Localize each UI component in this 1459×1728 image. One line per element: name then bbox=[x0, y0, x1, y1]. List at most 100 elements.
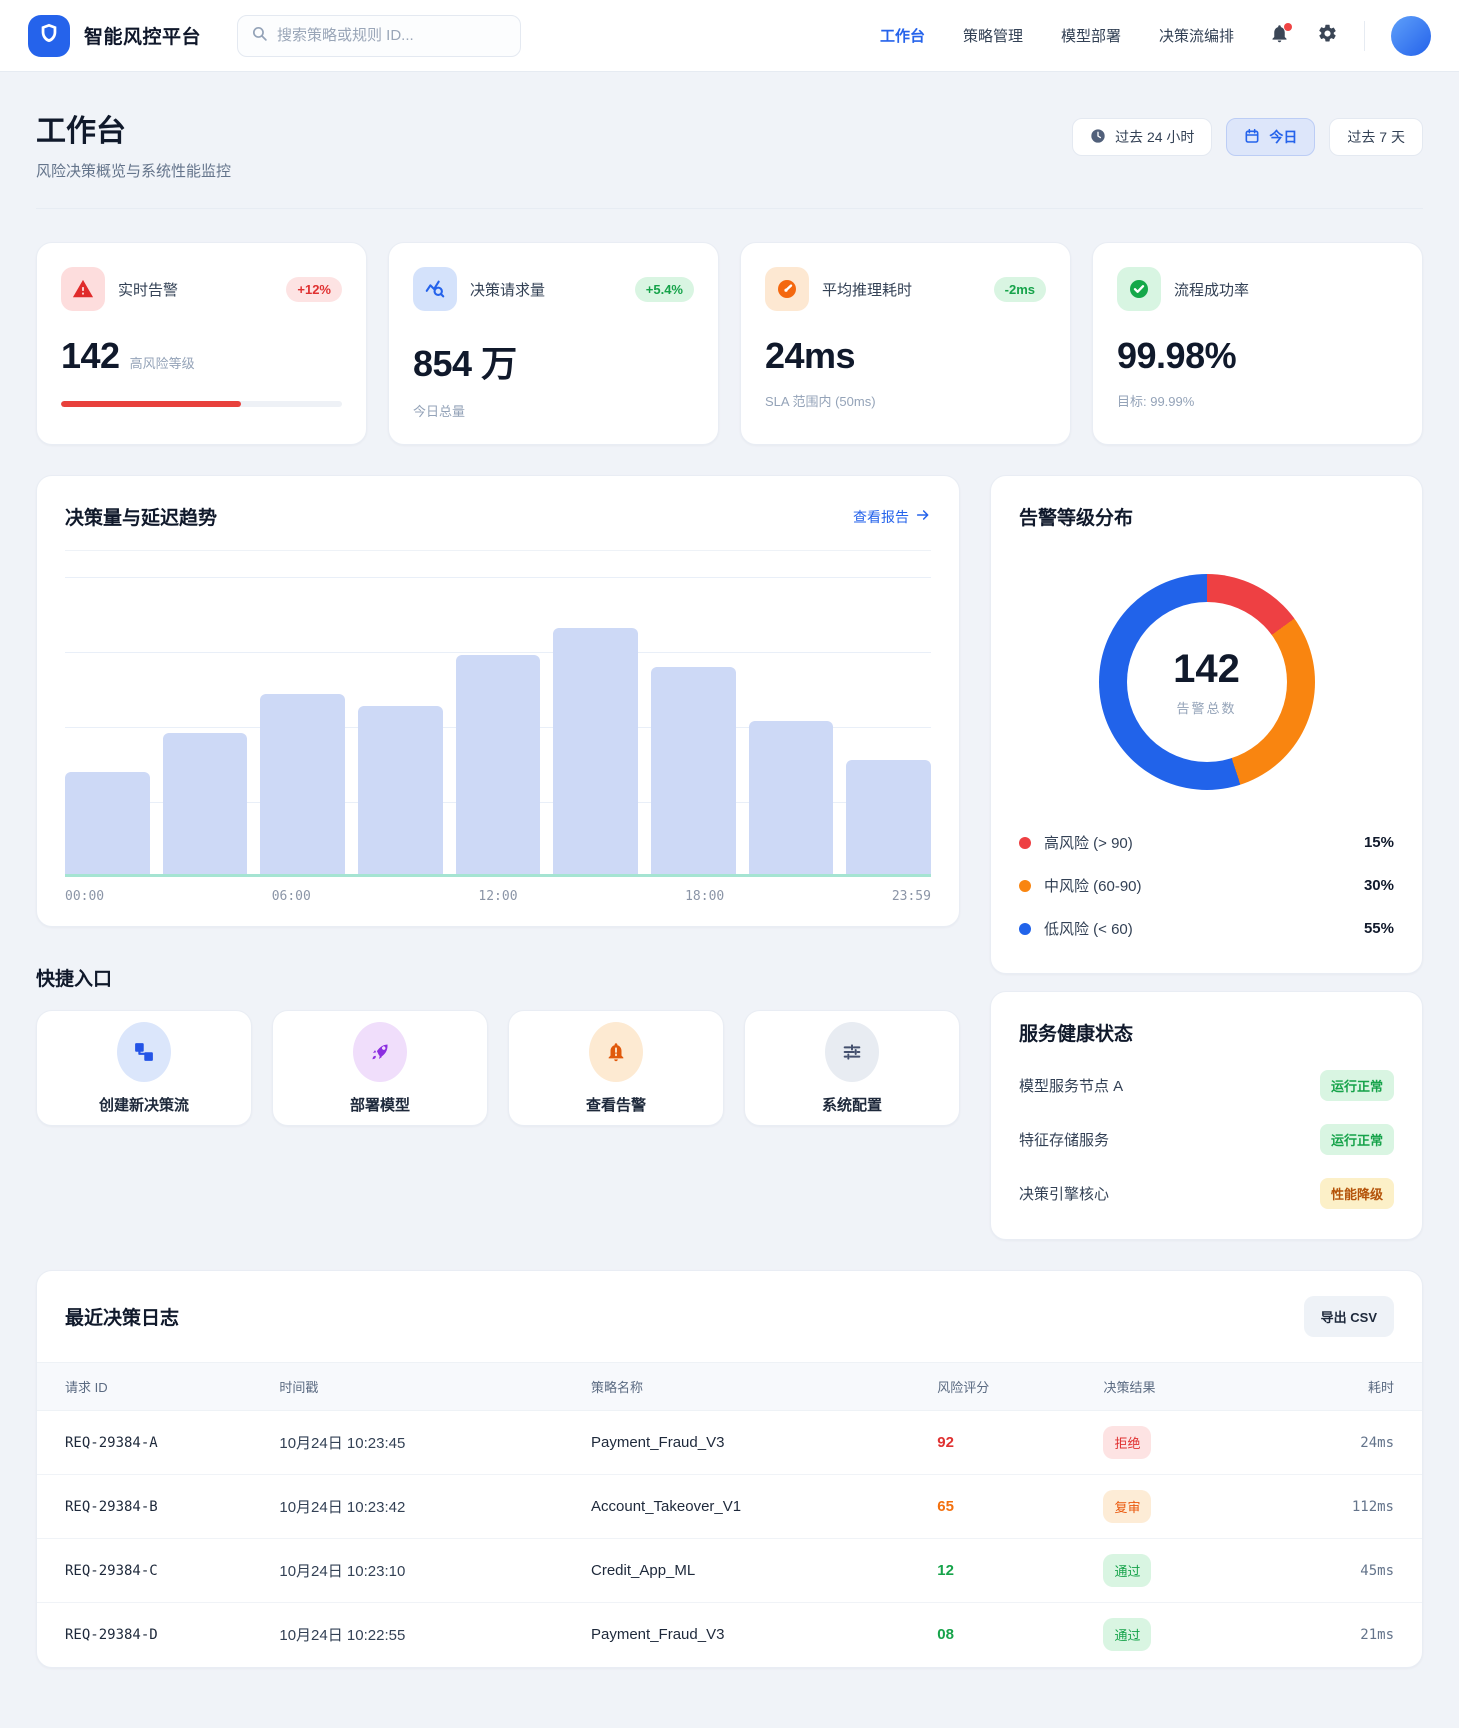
bar[interactable] bbox=[846, 760, 932, 877]
cell-timestamp: 10月24日 10:23:42 bbox=[279, 1474, 591, 1539]
decision-result-badge: 通过 bbox=[1103, 1554, 1152, 1587]
cell-timestamp: 10月24日 10:23:45 bbox=[279, 1410, 591, 1475]
nav-item-model-deploy[interactable]: 模型部署 bbox=[1061, 25, 1121, 46]
kpi-title: 流程成功率 bbox=[1174, 281, 1250, 299]
bar[interactable] bbox=[651, 667, 736, 877]
kpi-row: 实时告警 +12% 142 高风险等级 决策请求量 +5.4% 854 万 今日… bbox=[36, 242, 1423, 445]
health-row-decision-engine: 决策引擎核心 性能降级 bbox=[1019, 1178, 1394, 1209]
shield-icon bbox=[38, 22, 60, 49]
cell-request-id: REQ-29384-D bbox=[65, 1626, 158, 1643]
clock-icon bbox=[1090, 128, 1106, 147]
notification-dot bbox=[1284, 22, 1292, 31]
x-axis-labels: 00:00 06:00 12:00 18:00 23:59 bbox=[65, 889, 931, 904]
calendar-icon bbox=[1244, 128, 1260, 147]
cell-risk-score: 08 bbox=[937, 1626, 954, 1644]
legend-value: 15% bbox=[1363, 834, 1394, 851]
settings-button[interactable] bbox=[1316, 23, 1338, 49]
top-bar: 智能风控平台 工作台 策略管理 模型部署 决策流编排 bbox=[0, 0, 1459, 72]
view-report-link[interactable]: 查看报告 bbox=[853, 507, 931, 527]
arrow-right-icon bbox=[915, 507, 931, 526]
cell-request-id: REQ-29384-C bbox=[37, 1538, 280, 1603]
bar[interactable] bbox=[358, 706, 443, 877]
alert-total-label: 告警总数 bbox=[1176, 701, 1237, 716]
status-badge: 运行正常 bbox=[1319, 1070, 1394, 1101]
alert-distribution-title: 告警等级分布 bbox=[1019, 508, 1134, 529]
cell-latency: 112ms bbox=[1276, 1474, 1422, 1539]
nav-item-workbench[interactable]: 工作台 bbox=[880, 25, 925, 46]
bar[interactable] bbox=[162, 733, 248, 877]
decision-result-badge: 拒绝 bbox=[1103, 1426, 1152, 1459]
latency-baseline bbox=[65, 874, 931, 877]
alert-distribution-card: 告警等级分布 142 告警总数 高风险 (> 90) 15% 中风险 (60-9… bbox=[990, 475, 1423, 974]
notification-bell-button[interactable] bbox=[1268, 22, 1292, 47]
service-name: 决策引擎核心 bbox=[1019, 1186, 1110, 1203]
decision-logs-table: 请求 ID 时间戳 策略名称 风险评分 决策结果 耗时 REQ-29384-A … bbox=[37, 1362, 1422, 1667]
quick-entry-grid: 创建新决策流 部署模型 查看告警 系统配置 bbox=[36, 1010, 960, 1126]
legend-item-mid: 中风险 (60-90) 30% bbox=[1019, 875, 1394, 896]
global-search[interactable] bbox=[237, 14, 522, 57]
alert-progress-track bbox=[61, 401, 342, 407]
table-row[interactable]: REQ-29384-A 10月24日 10:23:45 Payment_Frau… bbox=[37, 1410, 1422, 1475]
main-content: 工作台 风险决策概览与系统性能监控 过去 24 小时 今日 过去 7 天 实时告… bbox=[0, 72, 1459, 1668]
bar[interactable] bbox=[65, 772, 150, 877]
nav-item-policy[interactable]: 策略管理 bbox=[963, 25, 1023, 46]
filter-last-7d-button[interactable]: 过去 7 天 bbox=[1329, 118, 1423, 156]
service-health-card: 服务健康状态 模型服务节点 A 运行正常 特征存储服务 运行正常 决策引擎核心 … bbox=[990, 991, 1423, 1240]
kpi-card-success-rate: 流程成功率 99.98% 目标: 99.99% bbox=[1092, 242, 1423, 445]
bar[interactable] bbox=[260, 694, 346, 877]
search-input[interactable] bbox=[277, 27, 508, 44]
cell-timestamp: 10月24日 10:23:10 bbox=[279, 1538, 591, 1603]
nav-item-flow-orchestration[interactable]: 决策流编排 bbox=[1159, 25, 1234, 46]
cell-latency: 45ms bbox=[1276, 1538, 1422, 1603]
table-row[interactable]: REQ-29384-C 10月24日 10:23:10 Credit_App_M… bbox=[37, 1538, 1422, 1603]
filter-today-button[interactable]: 今日 bbox=[1226, 118, 1316, 156]
donut-legend: 高风险 (> 90) 15% 中风险 (60-90) 30% 低风险 (< 60… bbox=[1019, 832, 1394, 939]
filter-label: 过去 24 小时 bbox=[1115, 129, 1195, 145]
legend-dot bbox=[1019, 879, 1031, 892]
deploy-model-button[interactable]: 部署模型 bbox=[272, 1010, 488, 1126]
quick-label: 查看告警 bbox=[585, 1096, 646, 1114]
legend-item-low: 低风险 (< 60) 55% bbox=[1019, 918, 1394, 939]
cell-request-id: REQ-29384-A bbox=[37, 1410, 280, 1475]
system-config-button[interactable]: 系统配置 bbox=[744, 1010, 960, 1126]
page-subtitle: 风险决策概览与系统性能监控 bbox=[36, 163, 232, 180]
x-tick: 12:00 bbox=[478, 889, 518, 904]
status-badge: 运行正常 bbox=[1319, 1124, 1394, 1155]
table-row[interactable]: REQ-29384-D 10月24日 10:22:55 Payment_Frau… bbox=[37, 1603, 1422, 1667]
kpi-value: 24ms bbox=[765, 335, 856, 376]
view-alerts-button[interactable]: 查看告警 bbox=[508, 1010, 724, 1126]
quick-label: 创建新决策流 bbox=[98, 1096, 189, 1114]
legend-dot bbox=[1019, 836, 1031, 849]
alert-total: 142 bbox=[1173, 647, 1240, 691]
col-policy-name: 策略名称 bbox=[591, 1380, 644, 1395]
gear-icon bbox=[1317, 23, 1338, 49]
health-row-model-node: 模型服务节点 A 运行正常 bbox=[1019, 1070, 1394, 1101]
cell-latency: 21ms bbox=[1360, 1626, 1394, 1643]
export-csv-button[interactable]: 导出 CSV bbox=[1303, 1296, 1394, 1337]
cell-risk-score: 92 bbox=[937, 1434, 954, 1451]
legend-label: 中风险 (60-90) bbox=[1044, 878, 1142, 895]
kpi-card-realtime-alerts: 实时告警 +12% 142 高风险等级 bbox=[36, 242, 367, 445]
bar[interactable] bbox=[553, 628, 639, 877]
kpi-value: 854 万 bbox=[413, 343, 517, 384]
cell-risk-score: 65 bbox=[937, 1498, 954, 1515]
create-decision-flow-button[interactable]: 创建新决策流 bbox=[36, 1010, 252, 1126]
search-icon bbox=[251, 25, 268, 47]
service-name: 特征存储服务 bbox=[1019, 1132, 1110, 1149]
cell-latency: 24ms bbox=[1276, 1410, 1422, 1475]
user-avatar[interactable] bbox=[1391, 15, 1431, 56]
table-row[interactable]: REQ-29384-B 10月24日 10:23:42 Account_Take… bbox=[37, 1474, 1422, 1539]
alert-triangle-icon bbox=[61, 267, 105, 311]
kpi-caption: 高风险等级 bbox=[129, 356, 195, 371]
logs-title: 最近决策日志 bbox=[65, 1308, 180, 1329]
kpi-caption: SLA 范围内 (50ms) bbox=[765, 394, 876, 409]
legend-dot bbox=[1019, 922, 1031, 935]
brand: 智能风控平台 bbox=[28, 14, 201, 57]
x-tick: 23:59 bbox=[891, 889, 931, 904]
bar[interactable] bbox=[748, 721, 834, 877]
filter-last-24h-button[interactable]: 过去 24 小时 bbox=[1072, 118, 1213, 156]
legend-item-high: 高风险 (> 90) 15% bbox=[1019, 832, 1394, 853]
kpi-badge: +5.4% bbox=[634, 276, 694, 302]
check-circle-icon bbox=[1117, 267, 1161, 311]
bar[interactable] bbox=[455, 655, 541, 877]
